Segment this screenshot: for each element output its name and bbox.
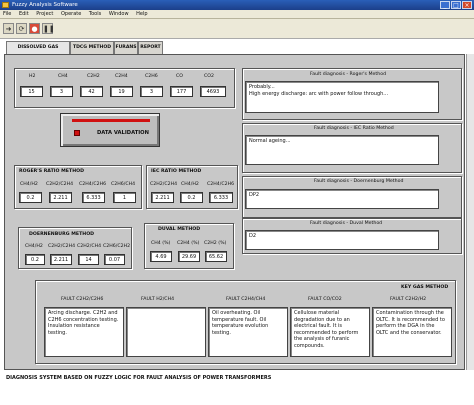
maximize-button[interactable]: □ [451, 1, 461, 9]
menu-help[interactable]: Help [133, 10, 150, 19]
doernenburg-title: DOERNENBURG METHOD [29, 232, 95, 237]
iec-value-ch4-h2: 0.2 [180, 192, 203, 203]
gas-input-c2h6[interactable]: 3 [140, 86, 163, 97]
rogers-value-c2h2-c2h4: 2.211 [49, 192, 72, 203]
fault-label-co-co2: FAULT CO/CO2 [308, 297, 342, 302]
menu-project[interactable]: Project [33, 10, 56, 19]
doernenburg-label-c2h2-c2h4: C2H2/C2H4 [48, 244, 76, 249]
doernenburg-label-c2h6-c2h2: C2H6/C2H2 [103, 244, 131, 249]
iec-label-c2h4-c2h6: C2H4/C2H6 [207, 182, 235, 187]
gas-label-c2h6: C2H6 [145, 74, 158, 79]
doernenburg-value-ch4-h2: 0.2 [25, 254, 45, 265]
rogers-label-c2h6-ch4: C2H6/CH4 [111, 182, 136, 187]
run-continuous-icon[interactable]: ⟳ [16, 23, 27, 34]
tab-report[interactable]: REPORT [138, 41, 163, 54]
doernenburg-label-ch4-h2: CH4/H2 [25, 244, 43, 249]
iec-label-c2h2-c2h4: C2H2/C2H4 [150, 182, 178, 187]
diag-duval-title: Fault diagnosis - Duval Method [310, 221, 383, 226]
iec-title: IEC RATIO METHOD [151, 169, 202, 174]
diag-rogers-text: Probably... High energy discharge: arc w… [245, 81, 439, 113]
status-caption: DIAGNOSIS SYSTEM BASED ON FUZZY LOGIC FO… [6, 375, 272, 381]
doernenburg-value-c2h6-c2h2: 0.07 [104, 254, 125, 265]
gas-input-co[interactable]: 177 [170, 86, 193, 97]
fault-text-c2h2-h2: Contamination through the OLTC. It is re… [372, 307, 452, 357]
menu-operate[interactable]: Operate [58, 10, 84, 19]
fault-text-co-co2: Cellulose material degradation due to an… [290, 307, 370, 357]
diag-doernenburg-text: DP2 [245, 189, 439, 209]
doernenburg-value-c2h2-ch4: 14 [78, 254, 99, 265]
duval-value-c2h2: 65.62 [205, 251, 227, 262]
menu-window[interactable]: Window [106, 10, 132, 19]
rogers-label-c2h4-c2h6: C2H4/C2H6 [79, 182, 107, 187]
fault-label-c2h2-c2h6: FAULT C2H2/C2H6 [61, 297, 104, 302]
rogers-title: ROGER'S RATIO METHOD [19, 169, 84, 174]
duval-value-c2h4: 29.69 [178, 251, 200, 262]
menu-edit[interactable]: Edit [16, 10, 32, 19]
window-title: Fuzzy Analysis Software [12, 2, 78, 8]
duval-label-c2h2: C2H2 (%) [204, 241, 227, 246]
fault-label-c2h2-h2: FAULT C2H2/H2 [390, 297, 427, 302]
app-icon [2, 2, 9, 8]
duval-title: DUVAL METHOD [158, 227, 201, 232]
validation-led-icon [74, 130, 80, 136]
rogers-label-ch4-h2: CH4/H2 [20, 182, 38, 187]
data-validation-button[interactable]: DATA VALIDATION [60, 113, 160, 147]
fault-label-h2-ch4: FAULT H2/CH4 [141, 297, 175, 302]
iec-value-c2h2-c2h4: 2.211 [151, 192, 174, 203]
run-arrow-icon[interactable]: ➜ [3, 23, 14, 34]
title-bar: Fuzzy Analysis Software _ □ × [0, 0, 474, 10]
gas-input-ch4[interactable]: 3 [50, 86, 73, 97]
gas-input-c2h2[interactable]: 42 [80, 86, 103, 97]
duval-label-c2h4: C2H4 (%) [177, 241, 200, 246]
gas-label-ch4: CH4 [58, 74, 68, 79]
gas-label-h2: H2 [29, 74, 36, 79]
rogers-value-c2h4-c2h6: 6.333 [82, 192, 105, 203]
vertical-scrollbar[interactable] [466, 54, 474, 370]
rogers-value-ch4-h2: 0.2 [19, 192, 42, 203]
diag-iec-text: Normal ageing... [245, 135, 439, 165]
tab-tdcg-method[interactable]: TDCG METHOD [70, 41, 114, 54]
fault-text-c2h2-c2h6: Arcing discharge. C2H2 and C2H6 concentr… [44, 307, 124, 357]
key-gas-title: KEY GAS METHOD [401, 285, 449, 290]
fault-label-c2h4-ch4: FAULT C2H4/CH4 [226, 297, 266, 302]
diag-rogers-title: Fault diagnosis - Roger's Method [310, 72, 387, 77]
gas-label-c2h2: C2H2 [87, 74, 100, 79]
abort-icon[interactable]: ● [29, 23, 40, 34]
gas-label-co2: CO2 [204, 74, 214, 79]
iec-value-c2h4-c2h6: 6.333 [209, 192, 233, 203]
toolbar: ➜ ⟳ ● ❚❚ [0, 19, 474, 39]
duval-label-ch4: CH4 (%) [151, 241, 171, 246]
main-panel: H2 CH4 C2H2 C2H4 C2H6 CO CO2 15 3 42 19 … [4, 54, 465, 370]
menu-bar: File Edit Project Operate Tools Window H… [0, 10, 474, 19]
gas-input-h2[interactable]: 15 [20, 86, 43, 97]
gas-input-c2h4[interactable]: 19 [110, 86, 133, 97]
gas-label-co: CO [176, 74, 183, 79]
minimize-button[interactable]: _ [440, 1, 450, 9]
rogers-value-c2h6-ch4: 1 [113, 192, 136, 203]
gas-input-co2[interactable]: 4693 [200, 86, 226, 97]
rogers-label-c2h2-c2h4: C2H2/C2H4 [46, 182, 74, 187]
menu-tools[interactable]: Tools [86, 10, 104, 19]
pause-icon[interactable]: ❚❚ [42, 23, 55, 34]
diag-iec-title: Fault diagnosis - IEC Ratio Method [314, 126, 394, 131]
tab-dissolved-gas-analysis[interactable]: DISSOLVED GAS ANALYSIS [6, 41, 70, 62]
menu-file[interactable]: File [0, 10, 14, 19]
doernenburg-label-c2h2-ch4: C2H2/CH4 [77, 244, 102, 249]
data-validation-label: DATA VALIDATION [97, 130, 149, 136]
diag-doernenburg-title: Fault diagnosis - Doernenburg Method [314, 179, 404, 184]
doernenburg-value-c2h2-c2h4: 2.211 [50, 254, 72, 265]
iec-label-ch4-h2: CH4/H2 [181, 182, 199, 187]
close-button[interactable]: × [462, 1, 472, 9]
validation-progress-bar [72, 119, 150, 122]
fault-text-c2h4-ch4: Oil overheating. Oil temperature fault. … [208, 307, 288, 357]
diag-duval-text: D2 [245, 230, 439, 250]
tab-furans[interactable]: FURANS [114, 41, 138, 54]
fault-text-h2-ch4 [126, 307, 206, 357]
gas-label-c2h4: C2H4 [115, 74, 128, 79]
duval-value-ch4: 4.69 [150, 251, 172, 262]
